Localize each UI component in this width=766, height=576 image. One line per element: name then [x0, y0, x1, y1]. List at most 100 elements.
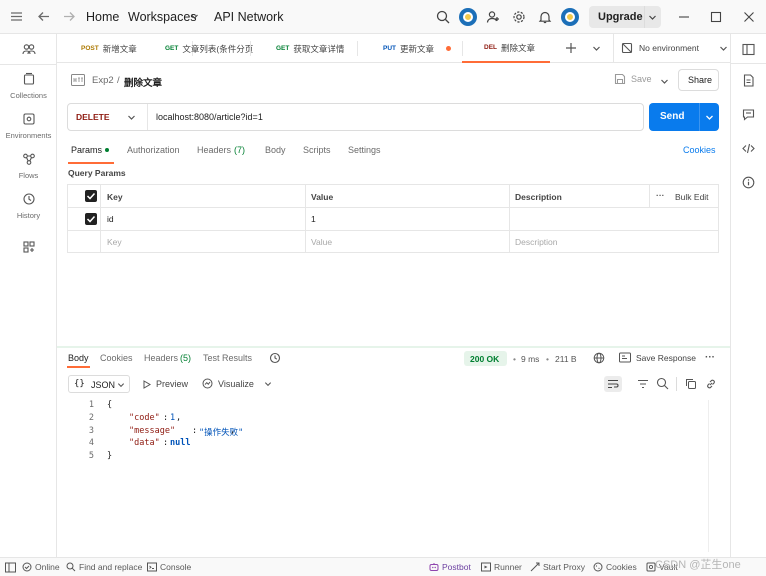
tab-put-update-article[interactable]: PUT 更新文章 [383, 34, 434, 63]
info-icon[interactable] [742, 176, 755, 189]
back-arrow-icon[interactable] [37, 10, 50, 23]
documentation-icon[interactable] [742, 74, 755, 87]
cookies-label: Cookies [606, 562, 637, 572]
breadcrumb-current[interactable]: 删除文章 [124, 75, 162, 89]
sidebar-item-configure[interactable] [0, 240, 57, 257]
select-all-checkbox[interactable] [85, 190, 97, 202]
send-chevron-down-icon[interactable] [705, 113, 714, 122]
new-tab-plus-icon[interactable] [565, 42, 577, 54]
format-selector[interactable]: {} JSON [68, 375, 130, 393]
tab-get-article-detail[interactable]: GET 获取文章详情 [276, 34, 344, 63]
save-chevron-down-icon[interactable] [660, 77, 669, 86]
maximize-icon[interactable] [710, 11, 722, 23]
vertical-scrollbar[interactable] [708, 400, 717, 552]
settings-gear-icon[interactable] [512, 10, 526, 24]
param-value-input[interactable]: 1 [311, 214, 316, 224]
param-row-checkbox[interactable] [85, 213, 97, 225]
new-param-description-input[interactable]: Description [515, 237, 558, 247]
minimize-icon[interactable] [678, 11, 690, 23]
chevron-down-icon[interactable] [648, 13, 657, 22]
search-icon[interactable] [436, 10, 450, 24]
sidebar-item-collections[interactable]: Collections [0, 72, 57, 100]
line-number: 4 [88, 438, 94, 448]
cookies-button[interactable]: Cookies [593, 562, 637, 572]
new-param-key-input[interactable]: Key [107, 237, 122, 247]
sidebar-toggle-icon[interactable] [5, 562, 16, 573]
response-tab-test-results[interactable]: Test Results [203, 353, 252, 363]
response-tab-headers[interactable]: Headers [144, 353, 178, 363]
tab-post-new-article[interactable]: POST 新增文章 [81, 34, 137, 63]
divider [305, 185, 306, 252]
home-link[interactable]: Home [86, 10, 119, 24]
code-snippet-icon[interactable] [742, 142, 755, 155]
online-status[interactable]: Online [22, 562, 60, 572]
share-button[interactable]: Share [678, 69, 719, 91]
wrap-lines-button[interactable] [604, 376, 622, 392]
team-avatar[interactable] [459, 8, 477, 26]
upgrade-button[interactable]: Upgrade [589, 6, 661, 28]
chevron-down-icon[interactable] [190, 12, 199, 21]
query-params-title: Query Params [68, 168, 126, 178]
environment-selector[interactable]: No environment [621, 42, 728, 54]
notifications-bell-icon[interactable] [538, 10, 552, 24]
more-options-icon[interactable]: ··· [656, 190, 665, 200]
console-button[interactable]: Console [147, 562, 191, 572]
tab-scripts[interactable]: Scripts [303, 145, 331, 155]
json-colon: : [163, 413, 169, 423]
tab-body[interactable]: Body [265, 145, 286, 155]
close-window-icon[interactable] [743, 11, 755, 23]
forward-arrow-icon[interactable] [63, 10, 76, 23]
network-globe-icon[interactable] [593, 352, 605, 364]
start-proxy-button[interactable]: Start Proxy [530, 562, 585, 572]
runner-button[interactable]: Runner [481, 562, 522, 572]
tab-method: GET [276, 45, 290, 52]
response-tab-cookies[interactable]: Cookies [100, 353, 133, 363]
menu-icon[interactable] [10, 10, 23, 23]
param-key-input[interactable]: id [107, 214, 114, 224]
line-number: 5 [88, 451, 94, 461]
visualize-chevron-down-icon[interactable] [264, 380, 272, 388]
tabs-chevron-down-icon[interactable] [592, 44, 601, 53]
layout-split-icon[interactable] [742, 43, 755, 56]
active-tab-underline [68, 162, 114, 164]
api-network-link[interactable]: API Network [214, 10, 283, 24]
workspaces-menu[interactable]: Workspaces [128, 10, 197, 24]
send-button[interactable]: Send [649, 103, 719, 131]
filter-icon[interactable] [637, 378, 649, 390]
profile-avatar[interactable] [561, 8, 579, 26]
response-divider[interactable] [57, 346, 730, 348]
comments-icon[interactable] [742, 108, 755, 121]
link-icon[interactable] [705, 378, 717, 390]
cookies-link[interactable]: Cookies [683, 145, 716, 155]
response-tab-body[interactable]: Body [68, 353, 89, 363]
copy-icon[interactable] [685, 378, 697, 390]
request-tabs-bar: POST 新增文章 GET 文章列表(条件分页 GET 获取文章详情 PUT 更… [57, 34, 730, 63]
tab-headers[interactable]: Headers [197, 145, 231, 155]
method-selector[interactable]: DELETE [68, 104, 147, 130]
sidebar-item-environments[interactable]: Environments [0, 112, 57, 140]
sidebar-item-history[interactable]: History [0, 192, 57, 220]
find-replace-button[interactable]: Find and replace [66, 562, 142, 572]
postbot-button[interactable]: Postbot [429, 562, 471, 572]
invite-user-icon[interactable] [486, 10, 500, 24]
new-param-value-input[interactable]: Value [311, 237, 332, 247]
save-response-button[interactable]: Save Response [619, 352, 696, 363]
watermark-text: CSDN @芷生one [655, 559, 741, 571]
save-button[interactable]: Save [614, 73, 652, 85]
tab-settings[interactable]: Settings [348, 145, 381, 155]
visualize-button[interactable]: Visualize [202, 378, 254, 389]
tab-del-delete-article[interactable]: DEL 删除文章 [462, 34, 550, 63]
team-button[interactable] [0, 42, 57, 59]
tab-get-article-list[interactable]: GET 文章列表(条件分页 [165, 34, 253, 63]
preview-button[interactable]: Preview [142, 379, 188, 389]
tab-params[interactable]: Params [71, 145, 102, 155]
divider [731, 63, 766, 64]
breadcrumb-parent[interactable]: Exp2 [92, 75, 114, 86]
more-options-icon[interactable]: ··· [705, 352, 715, 363]
tab-authorization[interactable]: Authorization [127, 145, 180, 155]
bulk-edit-button[interactable]: Bulk Edit [675, 192, 709, 202]
search-icon[interactable] [656, 377, 669, 390]
sidebar-item-flows[interactable]: Flows [0, 152, 57, 180]
history-icon[interactable] [269, 352, 281, 364]
url-input[interactable]: localhost:8080/article?id=1 [156, 112, 263, 122]
